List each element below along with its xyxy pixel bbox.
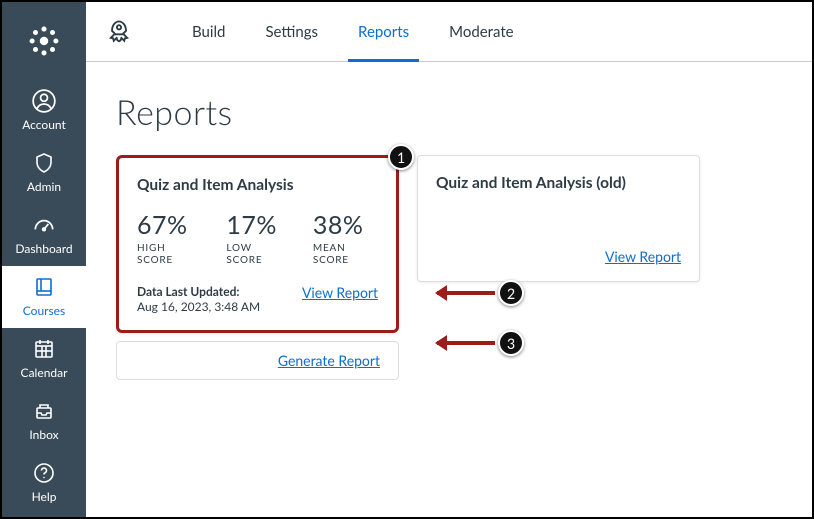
nav-inbox[interactable]: Inbox (2, 390, 86, 452)
card-title: Quiz and Item Analysis (old) (436, 174, 681, 192)
updated-time: Aug 16, 2023, 3:48 AM (137, 299, 260, 314)
nav-label: Account (22, 117, 66, 132)
annotation-arrow (437, 291, 495, 295)
shield-icon (31, 150, 57, 176)
stat-low: 17% LOW SCORE (226, 210, 284, 266)
tab-label: Build (192, 23, 225, 41)
updated-label: Data Last Updated: (137, 284, 240, 299)
stat-label: HIGH SCORE (137, 242, 198, 266)
calendar-icon (31, 336, 57, 362)
stat-label: MEAN SCORE (313, 242, 378, 266)
nav-admin[interactable]: Admin (2, 142, 86, 204)
global-nav: Account Admin Dashboard Courses Calendar (2, 2, 86, 517)
generate-report-link[interactable]: Generate Report (278, 352, 380, 369)
nav-help[interactable]: Help (2, 452, 86, 514)
tab-settings[interactable]: Settings (245, 2, 338, 62)
report-card-old: Quiz and Item Analysis (old) View Report (417, 155, 700, 282)
top-tabs: Build Settings Reports Moderate (86, 2, 812, 62)
nav-label: Inbox (29, 427, 58, 442)
stat-value: 67% (137, 210, 198, 240)
stat-label: LOW SCORE (226, 242, 284, 266)
nav-dashboard[interactable]: Dashboard (2, 204, 86, 266)
stat-value: 17% (226, 210, 284, 240)
question-circle-icon (31, 460, 57, 486)
annotation-badge-3: 3 (498, 330, 524, 356)
nav-label: Calendar (21, 365, 68, 380)
nav-courses[interactable]: Courses (2, 266, 86, 328)
tab-build[interactable]: Build (172, 2, 245, 62)
tab-moderate[interactable]: Moderate (429, 2, 533, 62)
app-logo[interactable] (2, 2, 86, 80)
tab-label: Settings (265, 23, 318, 41)
annotation-arrow (437, 341, 495, 345)
gauge-icon (31, 212, 57, 238)
data-last-updated: Data Last Updated: Aug 16, 2023, 3:48 AM (137, 284, 260, 314)
nav-label: Help (32, 489, 57, 504)
canvas-logo-icon (27, 24, 61, 58)
tab-label: Moderate (449, 23, 513, 41)
nav-calendar[interactable]: Calendar (2, 328, 86, 390)
generate-report-row: Generate Report (116, 341, 399, 380)
tab-reports[interactable]: Reports (338, 2, 429, 62)
rocket-icon[interactable] (104, 17, 134, 47)
nav-label: Courses (23, 303, 65, 318)
stat-high: 67% HIGH SCORE (137, 210, 198, 266)
stat-mean: 38% MEAN SCORE (313, 210, 378, 266)
annotation-badge-1: 1 (388, 144, 414, 170)
view-report-link[interactable]: View Report (302, 284, 378, 301)
user-circle-icon (31, 88, 57, 114)
inbox-icon (31, 398, 57, 424)
nav-label: Admin (27, 179, 61, 194)
annotation-badge-2: 2 (498, 280, 524, 306)
page-title: Reports (116, 92, 782, 133)
report-card-new: Quiz and Item Analysis 67% HIGH SCORE 17… (116, 155, 399, 333)
nav-account[interactable]: Account (2, 80, 86, 142)
view-report-link[interactable]: View Report (605, 248, 681, 265)
tab-label: Reports (358, 23, 409, 41)
stat-value: 38% (313, 210, 378, 240)
card-title: Quiz and Item Analysis (137, 176, 378, 194)
book-icon (31, 274, 57, 300)
nav-label: Dashboard (15, 241, 72, 256)
content-area: Build Settings Reports Moderate Reports … (86, 2, 812, 517)
